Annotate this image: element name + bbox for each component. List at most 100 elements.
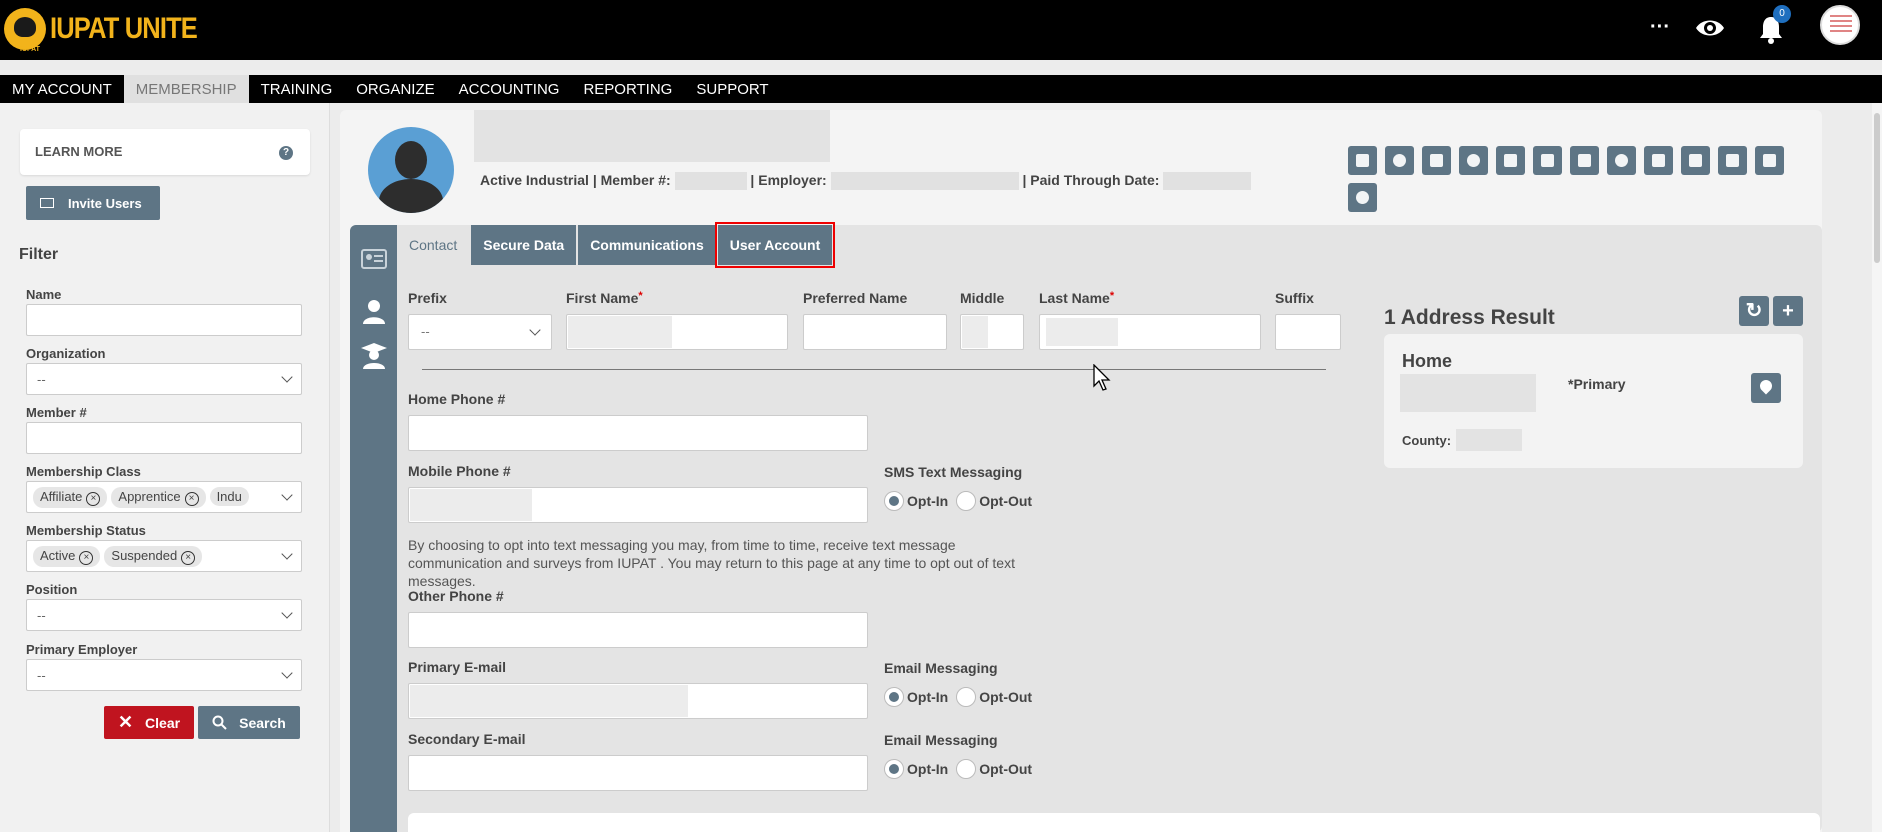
email-opt-in-radio[interactable] xyxy=(884,687,904,707)
secondary-email-opt-out-radio[interactable] xyxy=(956,759,977,779)
clear-button[interactable]: ✕ Clear xyxy=(104,706,194,739)
nav-training[interactable]: TRAINING xyxy=(249,75,345,103)
search-button[interactable]: Search xyxy=(198,706,300,739)
edit-document-icon[interactable] xyxy=(1755,146,1784,175)
sms-opt-radio-group: Opt-In Opt-Out xyxy=(884,491,1040,511)
nav-my-account[interactable]: MY ACCOUNT xyxy=(0,75,124,103)
document-icon[interactable] xyxy=(1533,146,1562,175)
tag-affiliate: Affiliate × xyxy=(33,487,108,508)
nav-organize[interactable]: ORGANIZE xyxy=(344,75,446,103)
eye-icon[interactable] xyxy=(1694,16,1726,40)
check-circle-icon[interactable] xyxy=(1607,146,1636,175)
nav-reporting[interactable]: REPORTING xyxy=(571,75,684,103)
help-icon[interactable]: ? xyxy=(279,146,293,160)
primary-email-input[interactable] xyxy=(408,683,868,719)
member-detail-panel: Active Industrial | Member #: | Employer… xyxy=(340,110,1822,832)
graduate-icon[interactable] xyxy=(360,341,388,369)
mobile-phone-label: Mobile Phone # xyxy=(408,463,511,479)
email-opt-out-radio[interactable] xyxy=(956,687,977,707)
remove-tag-icon[interactable]: × xyxy=(181,551,196,565)
remove-tag-icon[interactable]: × xyxy=(184,492,199,506)
position-select[interactable]: -- xyxy=(26,599,302,631)
id-card-icon[interactable] xyxy=(360,245,388,273)
mobile-phone-input[interactable] xyxy=(408,487,868,523)
learn-more-panel[interactable]: LEARN MORE ? xyxy=(20,129,310,175)
tab-user-account[interactable]: User Account xyxy=(714,222,836,268)
tab-bar: Contact Secure Data Communications User … xyxy=(397,222,836,268)
other-phone-input[interactable] xyxy=(408,612,868,648)
filter-sidebar: LEARN MORE ? Invite Users Filter Name Or… xyxy=(0,103,330,832)
bell-icon[interactable] xyxy=(1644,146,1673,175)
member-number-input[interactable] xyxy=(26,422,302,454)
sms-opt-out-radio[interactable] xyxy=(956,491,977,511)
chevron-down-icon xyxy=(529,324,541,336)
member-summary-line: Active Industrial | Member #: | Employer… xyxy=(480,172,1252,191)
nav-accounting[interactable]: ACCOUNTING xyxy=(447,75,572,103)
address-card[interactable]: Home *Primary County: xyxy=(1384,334,1803,468)
person-icon[interactable] xyxy=(360,297,388,325)
email-messaging-label: Email Messaging xyxy=(884,660,998,676)
last-name-input[interactable] xyxy=(1039,314,1261,350)
secondary-email-input[interactable] xyxy=(408,755,868,791)
archive-icon[interactable] xyxy=(1496,146,1525,175)
first-name-input[interactable] xyxy=(566,314,788,350)
user-icon[interactable] xyxy=(1385,146,1414,175)
tab-secure-data[interactable]: Secure Data xyxy=(471,225,577,265)
profile-photo[interactable] xyxy=(368,127,454,213)
scrollbar-thumb[interactable] xyxy=(1874,113,1880,263)
remove-tag-icon[interactable]: × xyxy=(86,492,101,506)
chat-icon[interactable] xyxy=(1459,146,1488,175)
tag-apprentice: Apprentice × xyxy=(111,487,206,508)
upload-icon[interactable] xyxy=(1348,183,1377,212)
county-redacted xyxy=(1456,429,1522,451)
user-avatar[interactable] xyxy=(1820,5,1860,45)
tiger-logo-icon xyxy=(4,8,46,50)
dollar-icon[interactable] xyxy=(1570,146,1599,175)
sms-opt-in-radio[interactable] xyxy=(884,491,904,511)
chevron-down-icon xyxy=(281,371,293,383)
close-icon: ✕ xyxy=(117,712,134,732)
nav-membership[interactable]: MEMBERSHIP xyxy=(123,75,249,103)
prefix-select[interactable]: -- xyxy=(408,314,552,350)
add-address-button[interactable]: + xyxy=(1773,296,1803,326)
home-phone-label: Home Phone # xyxy=(408,391,506,407)
organization-value: -- xyxy=(37,372,46,387)
contact-card-icon[interactable] xyxy=(1681,146,1710,175)
more-options-icon[interactable]: ··· xyxy=(1650,16,1670,39)
membership-class-select[interactable]: Affiliate × Apprentice × Indu xyxy=(26,481,302,513)
search-icon xyxy=(212,715,227,730)
member-number-label: Member # xyxy=(26,405,87,420)
phone-icon[interactable] xyxy=(1422,146,1451,175)
sms-disclaimer: By choosing to opt into text messaging y… xyxy=(408,537,1015,589)
invite-users-button[interactable]: Invite Users xyxy=(26,186,160,220)
last-name-label: Last Name* xyxy=(1039,290,1115,306)
secondary-email-messaging-label: Email Messaging xyxy=(884,732,998,748)
secondary-email-opt-in-radio[interactable] xyxy=(884,759,904,779)
email-opt-radio-group: Opt-In Opt-Out xyxy=(884,687,1040,707)
filter-title: Filter xyxy=(19,246,59,263)
remove-tag-icon[interactable]: × xyxy=(79,551,94,565)
suffix-input[interactable] xyxy=(1275,314,1341,350)
refresh-icon[interactable]: ↻ xyxy=(1739,296,1769,326)
nav-support[interactable]: SUPPORT xyxy=(684,75,780,103)
page-scrollbar[interactable] xyxy=(1872,103,1882,832)
app-logo[interactable]: IUPAT IUPAT UNITE xyxy=(4,8,223,53)
preferred-name-label: Preferred Name xyxy=(803,290,908,306)
trash-icon[interactable] xyxy=(1718,146,1747,175)
preferred-name-input[interactable] xyxy=(803,314,947,350)
map-pin-icon[interactable] xyxy=(1751,373,1781,403)
id-card-icon[interactable] xyxy=(1348,146,1377,175)
primary-employer-value: -- xyxy=(37,668,46,683)
prefix-value: -- xyxy=(421,324,430,339)
home-phone-input[interactable] xyxy=(408,415,868,451)
name-input[interactable] xyxy=(26,304,302,336)
tab-contact[interactable]: Contact xyxy=(397,225,470,265)
tab-communications[interactable]: Communications xyxy=(578,225,716,265)
section-rail xyxy=(350,225,397,832)
address-redacted xyxy=(1400,374,1536,412)
primary-employer-select[interactable]: -- xyxy=(26,659,302,691)
tag-active: Active × xyxy=(33,546,101,567)
organization-select[interactable]: -- xyxy=(26,363,302,395)
membership-status-select[interactable]: Active × Suspended × xyxy=(26,540,302,572)
middle-input[interactable] xyxy=(960,314,1024,350)
